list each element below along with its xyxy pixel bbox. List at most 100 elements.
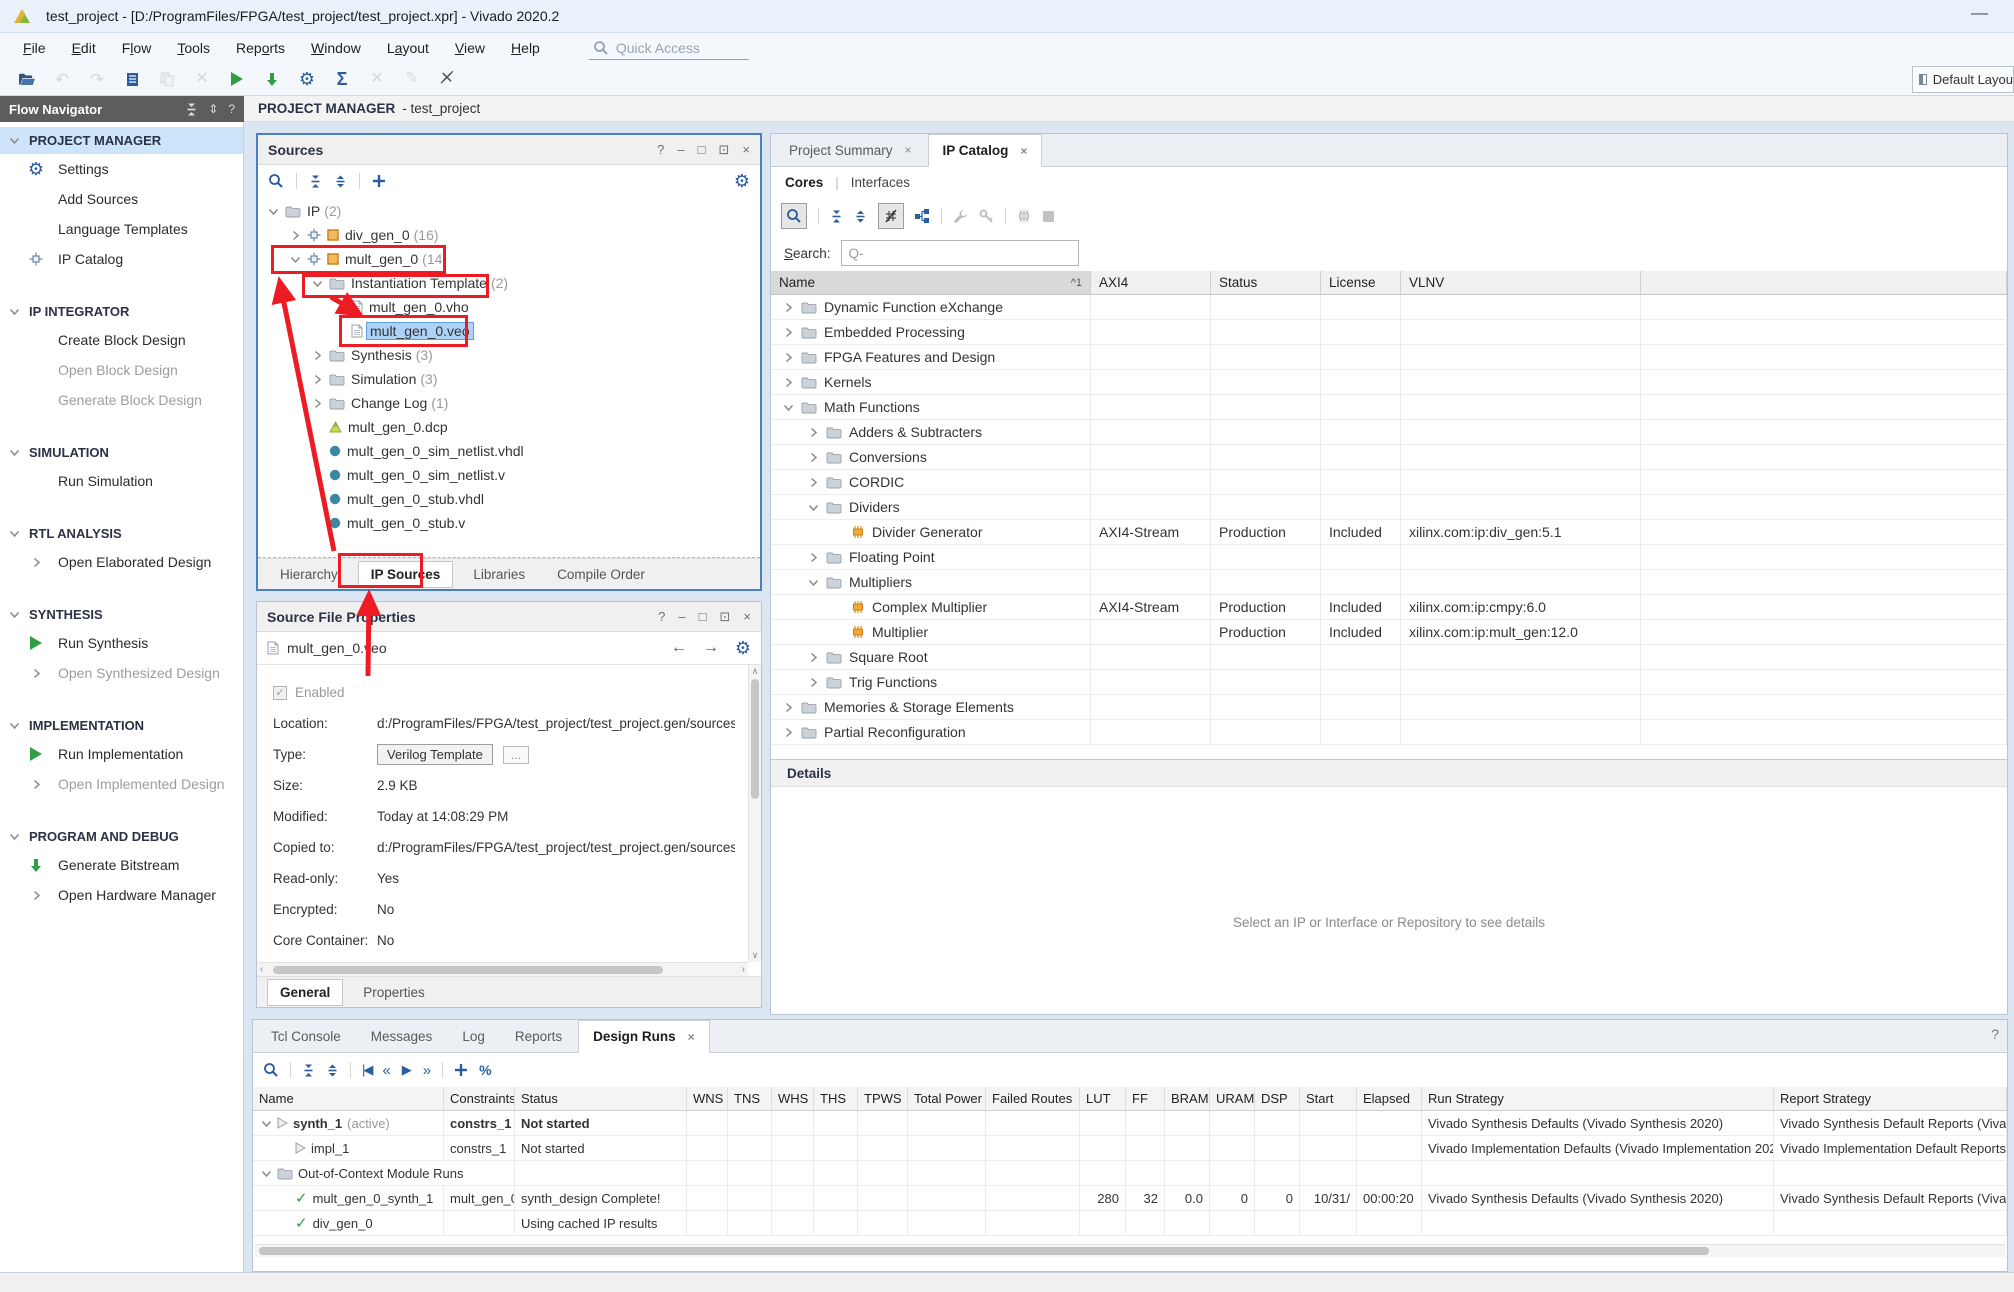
collapse-all-icon[interactable] <box>302 1064 315 1077</box>
menu-flow[interactable]: Flow <box>109 36 165 60</box>
flow-section-header[interactable]: PROJECT MANAGER <box>0 127 243 154</box>
close-icon[interactable]: × <box>688 1030 695 1044</box>
expand-collapse-icon[interactable]: ⇕ <box>208 102 218 116</box>
catalog-item-square-root[interactable]: Square Root <box>771 645 1091 670</box>
close-icon[interactable]: × <box>1020 144 1027 158</box>
collapse-all-icon[interactable] <box>185 103 198 116</box>
minimize-button[interactable]: — <box>1971 3 1988 23</box>
catalog-item-adders-subtracters[interactable]: Adders & Subtracters <box>771 420 1091 445</box>
catalog-item-dynamic-function-exchange[interactable]: Dynamic Function eXchange <box>771 295 1091 320</box>
run-row-impl-1[interactable]: impl_1 <box>253 1136 444 1161</box>
gear-icon[interactable]: ⚙ <box>734 172 750 190</box>
sidebar-item-ip-catalog[interactable]: IP Catalog <box>0 244 243 274</box>
cancel-button[interactable]: ✕ <box>362 66 392 93</box>
forward-arrow-icon[interactable]: → <box>703 639 719 657</box>
gear-icon[interactable]: ⚙ <box>735 639 751 657</box>
chip-icon[interactable] <box>1017 209 1031 223</box>
customize-ip-icon[interactable] <box>953 209 968 224</box>
column-header-name[interactable]: Name^1 <box>771 271 1091 295</box>
abort-button[interactable]: ✕̸ <box>432 66 462 93</box>
scroll-down-icon[interactable]: ∨ <box>749 950 761 961</box>
ip-hierarchy-icon[interactable] <box>915 209 930 223</box>
tree-item-synthesis[interactable]: Synthesis(3) <box>258 343 760 367</box>
tab-log[interactable]: Log <box>448 1020 499 1052</box>
scroll-right-icon[interactable]: › <box>742 964 745 975</box>
expand-all-icon[interactable] <box>326 1064 339 1077</box>
tree-item-mult-gen-0.dcp[interactable]: mult_gen_0.dcp <box>258 415 760 439</box>
tab-design-runs[interactable]: Design Runs× <box>578 1020 710 1053</box>
help-icon[interactable]: ? <box>228 102 235 116</box>
runs-column-status[interactable]: Status <box>515 1087 687 1111</box>
open-project-button[interactable] <box>12 66 42 93</box>
catalog-item-cordic[interactable]: CORDIC <box>771 470 1091 495</box>
flow-section-header[interactable]: SYNTHESIS <box>0 601 243 628</box>
tab-compile-order[interactable]: Compile Order <box>545 562 657 587</box>
undo-button[interactable]: ↶ <box>47 66 77 93</box>
subtab-interfaces[interactable]: Interfaces <box>851 175 910 190</box>
add-run-icon[interactable] <box>454 1063 468 1077</box>
tree-item-div-gen-0[interactable]: div_gen_0(16) <box>258 223 760 247</box>
flow-section-header[interactable]: IP INTEGRATOR <box>0 298 243 325</box>
tree-item-mult-gen-0-sim-netlist.vhdl[interactable]: mult_gen_0_sim_netlist.vhdl <box>258 439 760 463</box>
subtab-cores[interactable]: Cores <box>785 175 823 190</box>
tab-hierarchy[interactable]: Hierarchy <box>268 562 350 587</box>
tree-item-mult-gen-0.vho[interactable]: mult_gen_0.vho <box>258 295 760 319</box>
sidebar-item-settings[interactable]: ⚙Settings <box>0 154 243 184</box>
sidebar-item-open-synthesized-design[interactable]: Open Synthesized Design <box>0 658 243 688</box>
runs-column-bram[interactable]: BRAM <box>1165 1087 1210 1111</box>
catalog-item-embedded-processing[interactable]: Embedded Processing <box>771 320 1091 345</box>
float-icon[interactable]: ⊡ <box>719 142 730 158</box>
runs-column-wns[interactable]: WNS <box>687 1087 728 1111</box>
catalog-item-math-functions[interactable]: Math Functions <box>771 395 1091 420</box>
float-icon[interactable]: ⊡ <box>720 609 731 625</box>
runs-column-elapsed[interactable]: Elapsed <box>1357 1087 1422 1111</box>
type-value-button[interactable]: Verilog Template <box>377 744 493 765</box>
sidebar-item-run-implementation[interactable]: Run Implementation <box>0 739 243 769</box>
tab-tcl-console[interactable]: Tcl Console <box>257 1020 355 1052</box>
edit-button[interactable]: ✎ <box>397 66 427 93</box>
menu-reports[interactable]: Reports <box>223 36 298 60</box>
search-icon[interactable] <box>268 173 284 189</box>
generate-bitstream-button[interactable] <box>257 66 287 93</box>
tree-item-ip[interactable]: IP(2) <box>258 199 760 223</box>
sidebar-item-run-synthesis[interactable]: Run Synthesis <box>0 628 243 658</box>
runs-column-total-power[interactable]: Total Power <box>908 1087 986 1111</box>
menu-window[interactable]: Window <box>298 36 374 60</box>
filter-icon[interactable] <box>878 203 904 229</box>
catalog-item-floating-point[interactable]: Floating Point <box>771 545 1091 570</box>
expand-all-icon[interactable] <box>334 175 347 188</box>
catalog-item-conversions[interactable]: Conversions <box>771 445 1091 470</box>
tree-item-instantiation-template[interactable]: Instantiation Template(2) <box>258 271 760 295</box>
runs-column-constraints[interactable]: Constraints <box>444 1087 515 1111</box>
maximize-icon[interactable]: □ <box>699 609 707 624</box>
tab-ip-sources[interactable]: IP Sources <box>358 561 454 588</box>
help-icon[interactable]: ? <box>1991 1026 1999 1042</box>
previous-run-icon[interactable]: « <box>382 1062 390 1079</box>
runs-column-tns[interactable]: TNS <box>728 1087 772 1111</box>
catalog-item-kernels[interactable]: Kernels <box>771 370 1091 395</box>
percent-icon[interactable]: % <box>479 1062 491 1078</box>
catalog-item-dividers[interactable]: Dividers <box>771 495 1091 520</box>
default-layout-button[interactable]: Default Layou <box>1912 66 2014 93</box>
runs-column-failed-routes[interactable]: Failed Routes <box>986 1087 1080 1111</box>
flow-section-header[interactable]: SIMULATION <box>0 439 243 466</box>
catalog-item-divider-generator[interactable]: Divider Generator <box>771 520 1091 545</box>
runs-column-tpws[interactable]: TPWS <box>858 1087 908 1111</box>
help-icon[interactable]: ? <box>657 142 664 157</box>
tree-item-mult-gen-0.veo[interactable]: mult_gen_0.veo <box>258 319 760 343</box>
menu-edit[interactable]: Edit <box>59 36 109 60</box>
tree-item-mult-gen-0-sim-netlist.v[interactable]: mult_gen_0_sim_netlist.v <box>258 463 760 487</box>
redo-button[interactable]: ↷ <box>82 66 112 93</box>
run-icon[interactable]: ▶ <box>402 1062 412 1078</box>
runs-column-ths[interactable]: THS <box>814 1087 858 1111</box>
tree-item-change-log[interactable]: Change Log(1) <box>258 391 760 415</box>
collapse-all-icon[interactable] <box>830 210 843 223</box>
search-icon[interactable] <box>781 203 807 229</box>
menu-help[interactable]: Help <box>498 36 553 60</box>
sidebar-item-add-sources[interactable]: Add Sources <box>0 184 243 214</box>
run-row-div-gen-0[interactable]: ✓div_gen_0 <box>253 1211 444 1236</box>
catalog-search-input[interactable]: Q- <box>841 240 1079 266</box>
more-options-button[interactable]: ... <box>503 746 529 764</box>
minimize-icon[interactable]: ‒ <box>678 609 685 624</box>
menu-tools[interactable]: Tools <box>164 36 223 60</box>
